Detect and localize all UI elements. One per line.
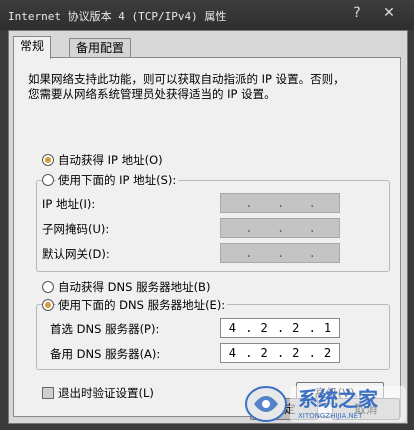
preferred-dns-label: 首选 DNS 服务器(P): xyxy=(50,322,160,336)
auto-dns-radio[interactable] xyxy=(42,281,54,293)
auto-dns-label: 自动获得 DNS 服务器地址(B) xyxy=(56,279,213,295)
auto-ip-radio[interactable] xyxy=(42,154,54,166)
tab-alternate-config[interactable]: 备用配置 xyxy=(69,38,132,57)
subnet-mask-label: 子网掩码(U): xyxy=(42,222,110,236)
preferred-dns-field[interactable]: 4. 2. 2. 1 xyxy=(220,318,340,338)
ip-address-label: IP 地址(I): xyxy=(42,197,96,211)
default-gateway-label: 默认网关(D): xyxy=(42,247,110,261)
window-title: Internet 协议版本 4 (TCP/IPv4) 属性 xyxy=(8,10,227,23)
tab-general[interactable]: 常规 xyxy=(13,36,52,59)
general-panel: 如果网络支持此功能，则可以获取自动指派的 IP 设置。否则， 您需要从网络系统管… xyxy=(13,57,401,417)
manual-ip-label: 使用下面的 IP 地址(S): xyxy=(56,172,179,188)
alternate-dns-label: 备用 DNS 服务器(A): xyxy=(50,347,161,361)
dialog-client: 常规 备用配置 如果网络支持此功能，则可以获取自动指派的 IP 设置。否则， 您… xyxy=(8,30,408,424)
default-gateway-field[interactable]: . . . xyxy=(220,243,340,263)
description-text: 如果网络支持此功能，则可以获取自动指派的 IP 设置。否则， 您需要从网络系统管… xyxy=(28,72,345,101)
dialog-window: Internet 协议版本 4 (TCP/IPv4) 属性 ? ✕ 常规 备用配… xyxy=(0,0,414,430)
title-bar: Internet 协议版本 4 (TCP/IPv4) 属性 ? ✕ xyxy=(0,0,414,30)
manual-ip-radio[interactable] xyxy=(42,174,54,186)
manual-dns-label: 使用下面的 DNS 服务器地址(E): xyxy=(56,297,228,313)
alternate-dns-field[interactable]: 4. 2. 2. 2 xyxy=(220,343,340,363)
auto-ip-label: 自动获得 IP 地址(O) xyxy=(56,152,165,168)
subnet-mask-field[interactable]: . . . xyxy=(220,218,340,238)
ip-address-field[interactable]: . . . xyxy=(220,193,340,213)
watermark-brand-text: 系统之家 xyxy=(298,387,379,411)
help-button[interactable]: ? xyxy=(346,4,368,22)
manual-dns-radio[interactable] xyxy=(42,299,54,311)
watermark-url-text: XITONGZHIJIA.NET xyxy=(298,412,363,420)
validate-label: 退出时验证设置(L) xyxy=(58,386,154,400)
watermark-logo: 系统之家 XITONGZHIJIA.NET xyxy=(240,382,410,426)
watermark-emblem-icon: 系统之家 XITONGZHIJIA.NET xyxy=(245,386,406,422)
validate-checkbox[interactable] xyxy=(42,387,54,399)
close-button[interactable]: ✕ xyxy=(378,4,400,22)
